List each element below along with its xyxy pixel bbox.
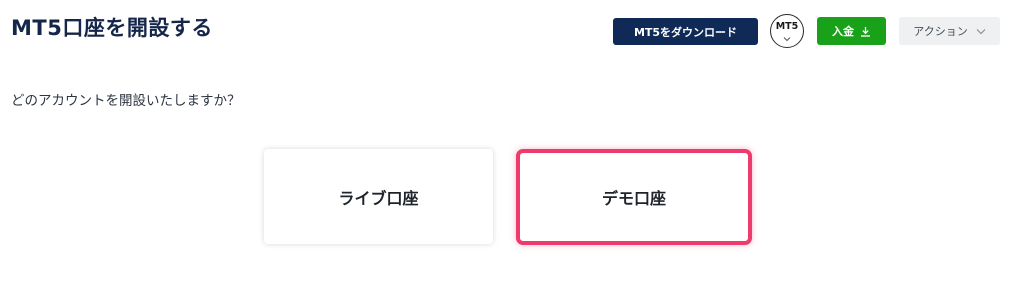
page-title: MT5口座を開設する <box>11 16 213 40</box>
action-label: アクション <box>913 25 968 38</box>
download-mt5-label: MT5をダウンロード <box>633 25 738 39</box>
chevron-down-icon <box>976 28 986 34</box>
live-account-card[interactable]: ライブ口座 <box>264 149 493 244</box>
download-mt5-button[interactable]: MT5をダウンロード <box>613 18 758 45</box>
platform-switch-button[interactable]: MT5 <box>770 14 804 48</box>
action-dropdown[interactable]: アクション <box>899 17 1000 45</box>
account-open-page: MT5口座を開設する MT5をダウンロード MT5 入金 アクション どのアカウ… <box>0 0 1024 304</box>
live-account-label: ライブ口座 <box>338 188 419 208</box>
demo-account-card[interactable]: デモ口座 <box>516 149 752 245</box>
platform-badge-label: MT5 <box>775 21 799 32</box>
demo-account-label: デモ口座 <box>601 189 666 208</box>
account-type-question: どのアカウントを開設いたしますか？ <box>11 93 241 109</box>
deposit-label: 入金 <box>832 25 854 38</box>
deposit-button[interactable]: 入金 <box>817 17 886 45</box>
download-icon <box>861 26 870 37</box>
chevron-down-icon <box>783 37 791 42</box>
